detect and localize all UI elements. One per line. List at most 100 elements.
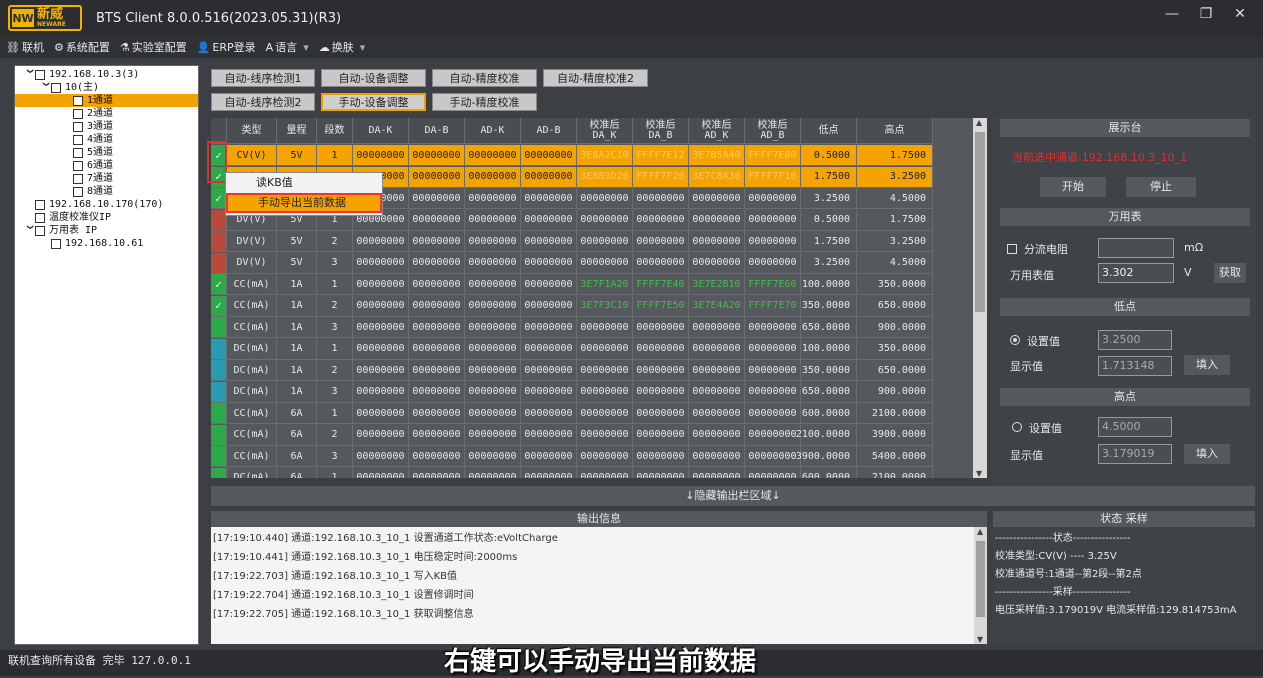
tree-checkbox[interactable] (35, 199, 45, 210)
menu-item-3[interactable]: 👤 ERP登录 (197, 39, 256, 55)
table-cell[interactable]: 3 (317, 317, 353, 337)
table-cell[interactable]: 00000000 (521, 446, 577, 466)
table-cell[interactable]: 100.0000 (801, 274, 857, 294)
table-cell[interactable]: 00000000 (465, 381, 521, 402)
table-cell[interactable]: 3.2500 (801, 252, 857, 273)
menu-item-2[interactable]: ⚗ 实验室配置 (120, 39, 187, 55)
tree-checkbox[interactable] (73, 173, 83, 184)
table-cell[interactable]: 00000000 (409, 467, 465, 478)
table-cell[interactable]: 00000000 (633, 338, 689, 359)
table-cell[interactable]: 650.0000 (857, 295, 933, 316)
tree-checkbox[interactable] (73, 121, 83, 132)
table-cell[interactable]: 2 (317, 424, 353, 445)
menu-item-4[interactable]: A 语言 ▾ (266, 39, 309, 55)
table-cell[interactable]: 00000000 (409, 317, 465, 337)
tree-checkbox[interactable] (73, 186, 83, 197)
scroll-thumb[interactable] (976, 541, 985, 617)
table-cell[interactable]: 00000000 (577, 338, 633, 359)
table-cell[interactable]: 350.0000 (857, 274, 933, 294)
table-cell[interactable]: 00000000 (521, 166, 577, 187)
table-cell[interactable]: 00000000 (521, 274, 577, 294)
table-cell[interactable]: 3.2500 (857, 166, 933, 187)
table-cell[interactable]: 00000000 (689, 338, 745, 359)
table-cell[interactable]: 00000000 (521, 295, 577, 316)
column-header[interactable]: DA-K (353, 118, 409, 143)
table-cell[interactable]: 3 (317, 381, 353, 402)
table-cell[interactable]: 6A (277, 446, 317, 466)
tree-item[interactable]: ❯ 192.168.10.3(3) (23, 68, 140, 81)
table-cell[interactable]: 00000000 (633, 424, 689, 445)
table-cell[interactable]: 900.0000 (857, 317, 933, 337)
table-cell[interactable]: 00000000 (465, 295, 521, 316)
restore-icon[interactable]: ❐ (1189, 6, 1223, 22)
table-cell[interactable]: FFFF7F10 (745, 166, 801, 187)
table-row[interactable]: CC(mA) 6A 1 00000000 00000000 00000000 0000000… (211, 403, 933, 424)
table-cell[interactable]: 00000000 (633, 252, 689, 273)
tree-item[interactable]: 2通道 (61, 107, 113, 120)
table-cell[interactable]: 00000000 (465, 145, 521, 165)
tree-item[interactable]: 7通道 (61, 172, 113, 185)
table-cell[interactable]: 00000000 (521, 381, 577, 402)
table-cell[interactable]: 00000000 (353, 295, 409, 316)
table-cell[interactable]: 00000000 (521, 403, 577, 423)
low-set-radio[interactable] (1010, 335, 1020, 345)
low-set-input[interactable]: 3.2500 (1098, 330, 1172, 350)
auto-device-adjust-button[interactable]: 自动-设备调整 (321, 69, 426, 87)
table-cell[interactable]: 00000000 (521, 145, 577, 165)
tree-item[interactable]: 4通道 (61, 133, 113, 146)
table-cell[interactable]: 00000000 (353, 274, 409, 294)
table-row[interactable]: CC(mA) 6A 3 00000000 00000000 00000000 0000000… (211, 446, 933, 467)
table-cell[interactable]: 00000000 (521, 209, 577, 230)
table-cell[interactable]: 00000000 (409, 338, 465, 359)
table-cell[interactable]: 00000000 (577, 252, 633, 273)
output-scrollbar[interactable]: ▲ ▼ (974, 527, 987, 644)
table-cell[interactable]: 00000000 (521, 360, 577, 380)
scroll-thumb[interactable] (975, 132, 985, 312)
column-header[interactable]: 高点 (857, 118, 933, 143)
table-cell[interactable]: 00000000 (745, 381, 801, 402)
table-cell[interactable]: DV(V) (227, 231, 277, 251)
tree-checkbox[interactable] (73, 147, 83, 158)
tree-checkbox[interactable] (73, 95, 83, 106)
table-cell[interactable]: 00000000 (353, 252, 409, 273)
table-row[interactable]: DV(V) 5V 2 00000000 00000000 00000000 00000000… (211, 231, 933, 252)
tree-item[interactable]: ❯ 万用表 IP (23, 224, 98, 237)
table-cell[interactable]: 00000000 (745, 446, 801, 466)
table-cell[interactable]: 00000000 (745, 317, 801, 337)
table-cell[interactable]: 00000000 (689, 381, 745, 402)
table-cell[interactable]: 3900.0000 (857, 424, 933, 445)
table-cell[interactable]: 00000000 (465, 360, 521, 380)
table-cell[interactable]: 00000000 (689, 209, 745, 230)
table-cell[interactable]: 00000000 (465, 424, 521, 445)
table-cell[interactable]: 900.0000 (857, 381, 933, 402)
expand-icon[interactable]: ❯ (23, 69, 36, 81)
table-cell[interactable]: 00000000 (577, 209, 633, 230)
auto-precision-calibration2-button[interactable]: 自动-精度校准2 (543, 69, 648, 87)
table-cell[interactable]: 1A (277, 295, 317, 316)
table-cell[interactable]: 1.7500 (801, 231, 857, 251)
table-cell[interactable]: 00000000 (689, 317, 745, 337)
table-cell[interactable]: 100.0000 (801, 338, 857, 359)
device-tree[interactable]: ❯ 192.168.10.3(3) ❯ 10(主) 1通道 2通道 3通道 4通道 5通道 6通道… (14, 65, 199, 645)
table-cell[interactable]: 1 (317, 338, 353, 359)
table-cell[interactable]: 3E7E4A20 (689, 295, 745, 316)
table-cell[interactable]: 00000000 (353, 467, 409, 478)
high-display-input[interactable]: 3.179019 (1098, 444, 1172, 464)
column-header[interactable]: 量程 (277, 118, 317, 143)
table-cell[interactable]: 00000000 (353, 145, 409, 165)
hide-output-toggle[interactable]: ↓隐藏输出栏区域↓ (211, 486, 1255, 506)
table-row[interactable]: CC(mA) 1A 3 00000000 00000000 00000000 0000000… (211, 317, 933, 338)
table-cell[interactable]: 00000000 (353, 403, 409, 423)
table-cell[interactable]: 00000000 (465, 274, 521, 294)
table-cell[interactable]: 00000000 (577, 188, 633, 208)
table-cell[interactable]: 1A (277, 360, 317, 380)
table-cell[interactable]: 00000000 (577, 317, 633, 337)
table-cell[interactable]: 3.2500 (801, 188, 857, 208)
table-cell[interactable]: CC(mA) (227, 424, 277, 445)
table-cell[interactable]: 00000000 (633, 403, 689, 423)
table-cell[interactable]: 00000000 (409, 381, 465, 402)
table-cell[interactable]: 00000000 (745, 231, 801, 251)
table-cell[interactable]: 2100.0000 (857, 467, 933, 478)
manual-precision-calibration-button[interactable]: 手动-精度校准 (432, 93, 537, 111)
column-header[interactable]: 校准后 AD_B (745, 118, 801, 143)
